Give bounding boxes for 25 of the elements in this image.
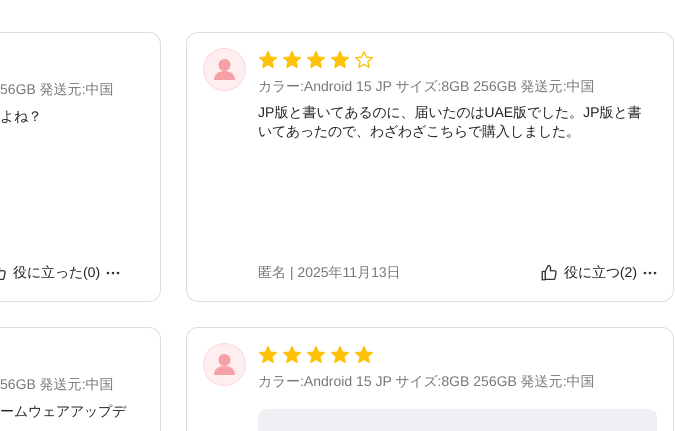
filled-star-icon [258, 50, 278, 70]
review-text: ームウェアアップデ [0, 402, 128, 421]
thumbs-up-icon [540, 264, 558, 282]
product-variant: カラー:Android 15 JP サイズ:8GB 256GB 発送元:中国 [258, 77, 596, 96]
author-date: 匿名 | 2025年11月13日 [258, 263, 401, 282]
review-text: JP版と書いてあるのに、届いたのはUAE版でした。JP版と書いてあったので、わざわざこちらで購入しました。 [258, 103, 642, 141]
filled-star-icon [306, 50, 326, 70]
filled-star-icon [282, 50, 302, 70]
more-icon[interactable] [643, 270, 657, 274]
helpful-button[interactable]: 役に立った(0) [13, 262, 100, 283]
product-variant: 56GB 発送元:中国 [0, 375, 115, 394]
more-icon[interactable] [106, 270, 120, 274]
avatar-icon [203, 343, 246, 386]
filled-star-icon [354, 345, 374, 365]
helpful-button[interactable]: 役に立つ(2) [564, 262, 637, 283]
product-variant: カラー:Android 15 JP サイズ:8GB 256GB 発送元:中国 [258, 372, 596, 391]
filled-star-icon [330, 50, 350, 70]
filled-star-icon [330, 345, 350, 365]
filled-star-icon [258, 345, 278, 365]
avatar-icon [203, 48, 246, 91]
filled-star-icon [306, 345, 326, 365]
filled-star-icon [282, 345, 302, 365]
product-variant: 56GB 発送元:中国 [0, 80, 115, 99]
empty-star-icon [354, 50, 374, 70]
review-text: よね？ [0, 107, 43, 126]
